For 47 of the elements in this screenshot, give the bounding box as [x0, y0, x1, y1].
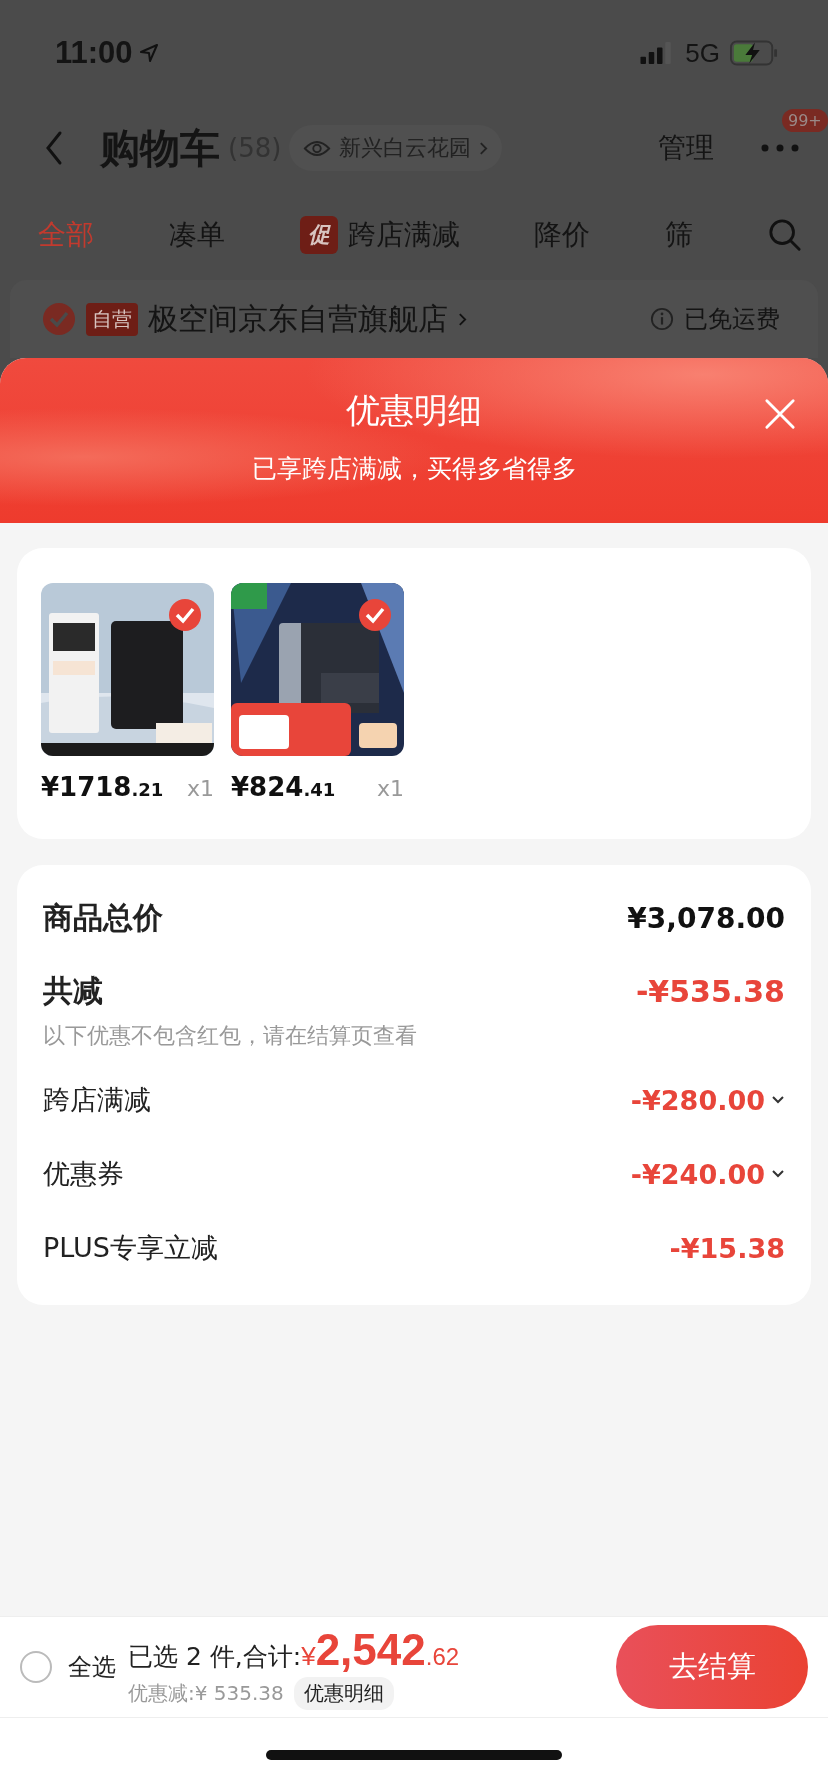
select-all-radio[interactable] — [20, 1651, 52, 1683]
summary-label: 商品总价 — [43, 898, 163, 937]
close-icon[interactable] — [764, 398, 796, 430]
back-icon[interactable] — [44, 130, 64, 166]
summary-value: -¥15.38 — [669, 1232, 785, 1264]
summary-label: 跨店满减 — [43, 1083, 151, 1117]
filter-tab[interactable]: 全部 — [38, 216, 94, 254]
search-icon[interactable] — [768, 218, 802, 252]
info-icon — [650, 307, 674, 331]
chevron-down-icon[interactable] — [771, 1169, 785, 1179]
selected-summary: 已选 2 件,合计: — [128, 1640, 302, 1673]
location-arrow-icon — [138, 43, 159, 63]
shipping-status: 已免运费 — [684, 304, 780, 335]
store-tag: 自营 — [86, 302, 138, 336]
network-label: 5G — [685, 37, 720, 69]
summary-label: 优惠券 — [43, 1157, 124, 1191]
sheet-subtitle: 已享跨店满减，买得多省得多 — [251, 453, 577, 485]
promo-tag: 促 — [299, 216, 338, 254]
eye-icon — [303, 138, 332, 158]
store-name[interactable]: 极空间京东自营旗舰店 — [148, 298, 448, 340]
summary-label: PLUS专享立减 — [43, 1231, 218, 1265]
summary-value: -¥280.00 — [630, 1084, 765, 1116]
filter-tab[interactable]: 跨店满减 — [347, 216, 460, 254]
sheet-title: 优惠明细 — [346, 389, 482, 432]
checkbox-icon[interactable] — [42, 302, 76, 336]
summary-value: ¥3,078.00 — [627, 901, 785, 935]
quantity: x1 — [376, 776, 404, 801]
status-time: 11:00 — [55, 35, 133, 71]
product-price: ¥824.41 — [231, 772, 336, 802]
discount-amount: 优惠减:¥ 535.38 — [128, 1679, 284, 1707]
select-all-label[interactable]: 全选 — [68, 1651, 116, 1683]
notification-badge: 99+ — [782, 109, 828, 132]
chevron-down-icon[interactable] — [771, 1095, 785, 1105]
total-price: ¥2,542.62 — [301, 1624, 460, 1675]
checkout-button[interactable]: 去结算 — [616, 1625, 808, 1709]
summary-label: 共减 — [43, 971, 103, 1010]
more-icon[interactable] — [760, 143, 800, 153]
chevron-right-icon — [458, 311, 467, 327]
discount-detail-button[interactable]: 优惠明细 — [293, 1676, 394, 1710]
filter-tab[interactable]: 降价 — [534, 216, 591, 254]
product-price: ¥1718.21 — [41, 772, 164, 802]
quantity: x1 — [186, 776, 214, 801]
summary-value: -¥240.00 — [630, 1158, 765, 1190]
chevron-right-icon — [479, 140, 489, 156]
battery-charging-icon — [730, 40, 778, 66]
summary-value: -¥535.38 — [635, 973, 785, 1009]
summary-note: 以下优惠不包含红包，请在结算页查看 — [43, 1022, 418, 1050]
